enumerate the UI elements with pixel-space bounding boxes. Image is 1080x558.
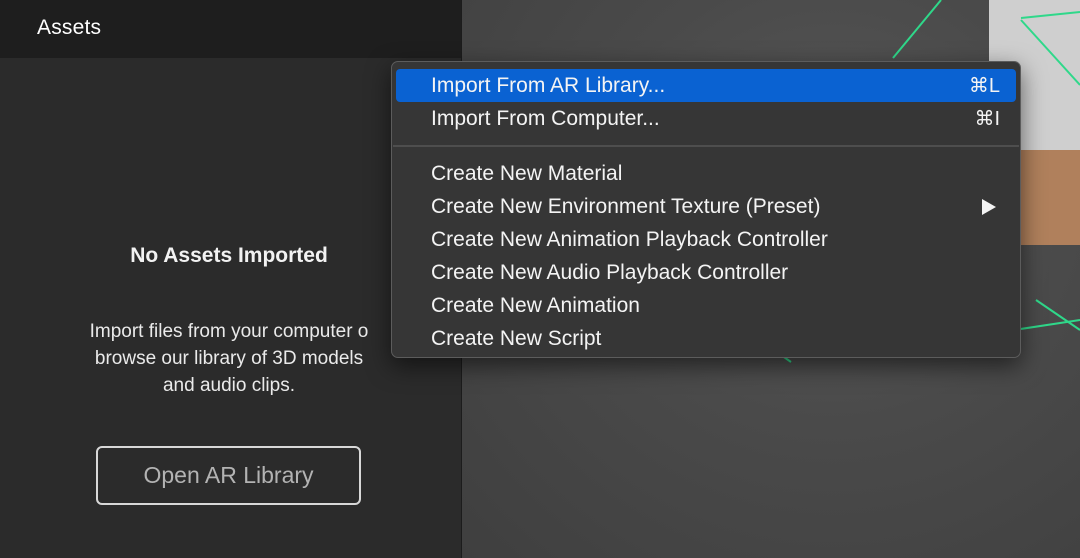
empty-state-title: No Assets Imported (130, 244, 328, 267)
menu-item-label: Create New Audio Playback Controller (431, 260, 789, 284)
menu-item-label: Create New Animation (431, 293, 640, 317)
menu-item-label: Create New Animation Playback Controller (431, 227, 828, 251)
menu-item-create-new-script[interactable]: Create New Script (396, 322, 1016, 355)
menu-item-import-from-ar-library[interactable]: Import From AR Library... ⌘L (396, 69, 1016, 102)
menu-item-shortcut: ⌘L (968, 75, 1000, 97)
empty-state-description: Import files from your computer o browse… (89, 321, 369, 396)
menu-item-import-from-computer[interactable]: Import From Computer... ⌘I (396, 102, 1016, 135)
menu-separator (393, 145, 1019, 147)
submenu-arrow-icon (982, 198, 996, 215)
menu-item-create-new-environment-texture[interactable]: Create New Environment Texture (Preset) (396, 190, 1016, 223)
menu-item-create-new-animation-playback-controller[interactable]: Create New Animation Playback Controller (396, 223, 1016, 256)
menu-item-create-new-audio-playback-controller[interactable]: Create New Audio Playback Controller (396, 256, 1016, 289)
add-asset-context-menu: Import From AR Library... ⌘L Import From… (391, 61, 1021, 358)
menu-item-label: Create New Script (431, 326, 602, 350)
menu-item-label: Import From Computer... (431, 106, 660, 130)
menu-item-create-new-animation[interactable]: Create New Animation (396, 289, 1016, 322)
assets-panel-header: Assets (0, 0, 461, 58)
menu-item-label: Create New Environment Texture (Preset) (431, 194, 821, 218)
panel-title: Assets (37, 16, 102, 39)
menu-item-create-new-material[interactable]: Create New Material (396, 157, 1016, 190)
menu-item-shortcut: ⌘I (974, 108, 1000, 130)
menu-item-label: Create New Material (431, 161, 623, 185)
menu-item-label: Import From AR Library... (431, 73, 666, 97)
open-ar-library-button[interactable]: Open AR Library (96, 446, 361, 505)
